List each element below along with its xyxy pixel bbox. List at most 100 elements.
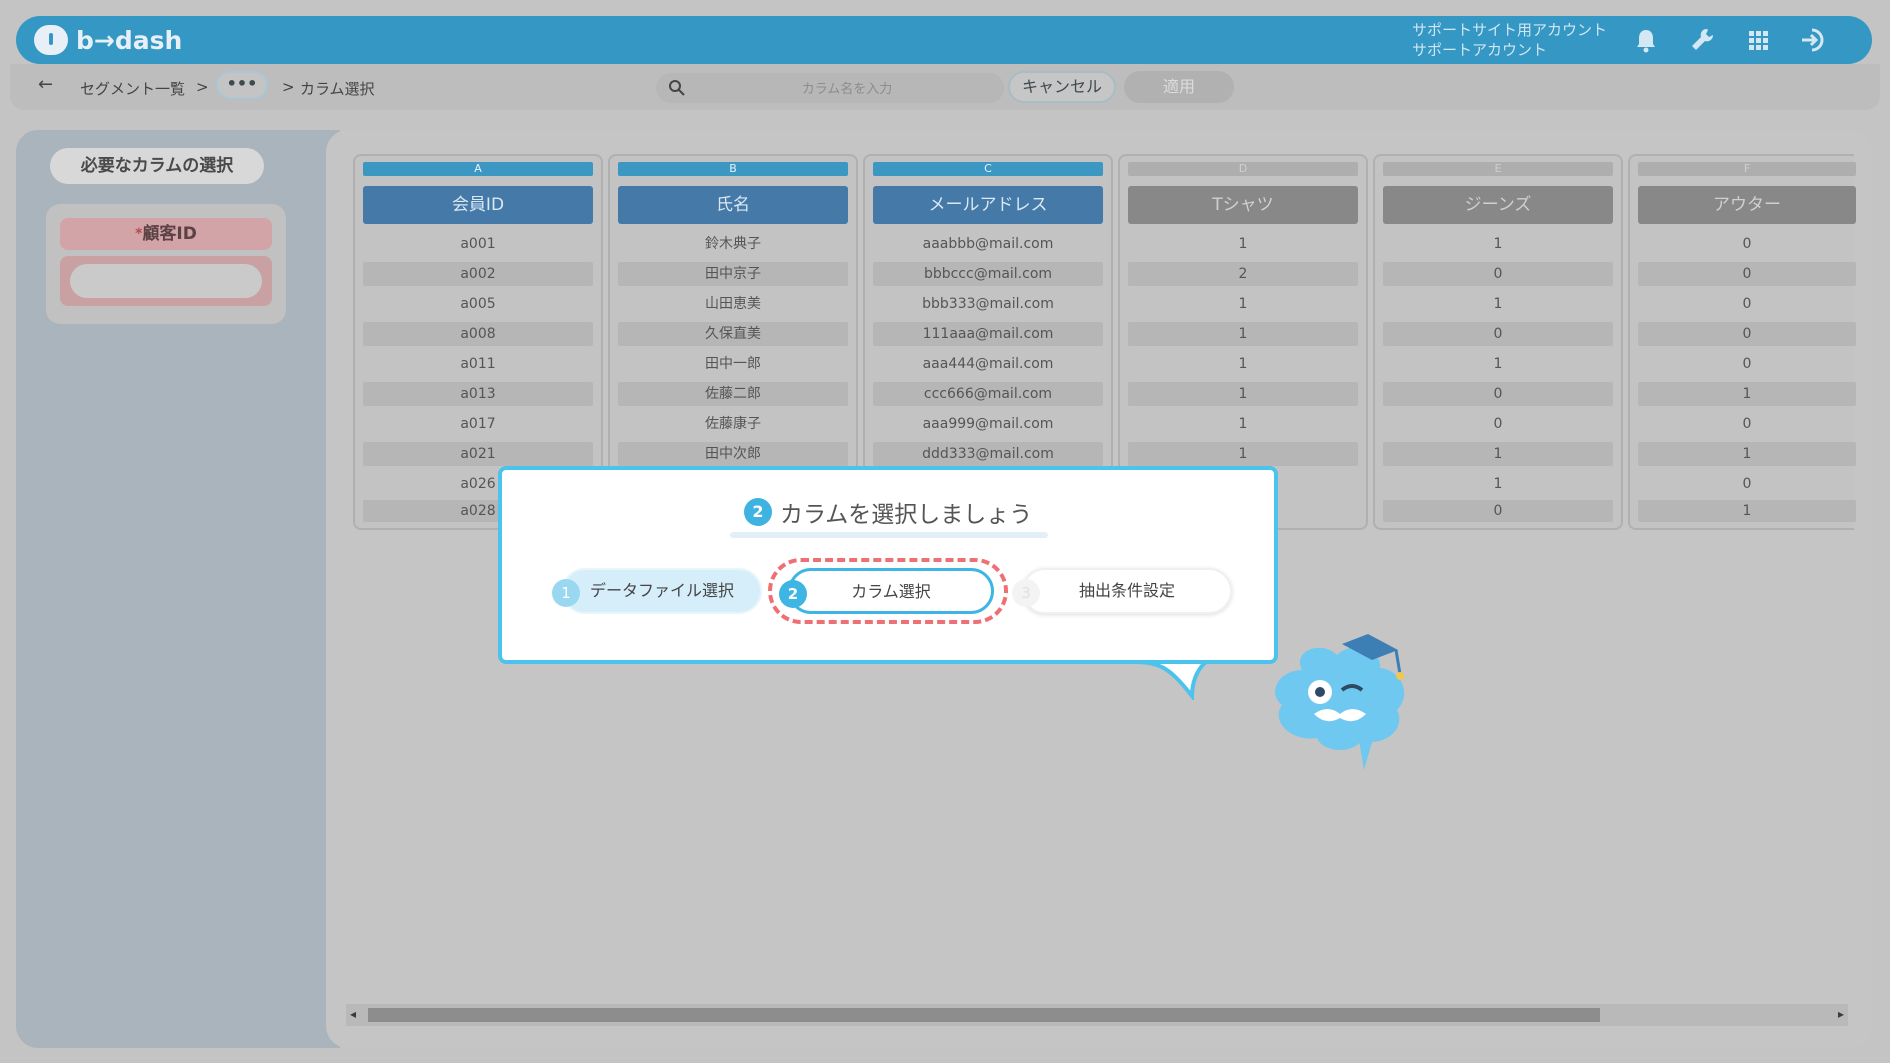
search-icon <box>669 80 685 96</box>
table-cell: 鈴木典子 <box>705 236 761 252</box>
table-cell: 1 <box>1638 442 1856 466</box>
bell-icon[interactable] <box>1630 24 1662 56</box>
step-label: データファイル選択 <box>589 581 734 600</box>
scroll-right-icon[interactable]: ▸ <box>1838 1007 1844 1021</box>
required-column-dropzone[interactable] <box>60 256 272 306</box>
table-cell: a017 <box>460 416 496 432</box>
tutorial-title: 2 カラムを選択しましょう <box>744 496 1032 528</box>
tutorial-step-badge: 2 <box>744 498 772 526</box>
table-cell: a011 <box>460 356 496 372</box>
step-column-select[interactable]: 2 カラム選択 <box>779 568 994 614</box>
table-cell: 1 <box>1493 356 1503 372</box>
step-number: 3 <box>1012 579 1040 607</box>
table-cell: 1 <box>1638 382 1856 406</box>
apps-grid-icon[interactable] <box>1742 24 1774 56</box>
table-cell: 0 <box>1383 262 1613 286</box>
tutorial-popup: 2 カラムを選択しましょう 1 データファイル選択 2 カラム選択 3 抽出条件… <box>498 466 1278 664</box>
table-cell: aaa999@mail.com <box>922 416 1054 432</box>
cancel-button[interactable]: キャンセル <box>1008 71 1116 103</box>
column-card-e[interactable]: E ジーンズ 1 0 1 0 1 0 0 1 1 0 <box>1373 154 1623 530</box>
table-cell: 1 <box>1128 382 1358 406</box>
top-header: b→dash サポートサイト用アカウント サポートアカウント <box>16 16 1872 64</box>
step-label: カラム選択 <box>851 582 931 601</box>
table-cell: 1 <box>1238 296 1248 312</box>
step-data-file[interactable]: 1 データファイル選択 <box>552 568 762 614</box>
table-cell: 田中次郎 <box>618 442 848 466</box>
table-cell: a005 <box>460 296 496 312</box>
table-cell: bbbccc@mail.com <box>873 262 1103 286</box>
table-cell: ddd333@mail.com <box>873 442 1103 466</box>
table-cell: 佐藤康子 <box>705 416 761 432</box>
column-header[interactable]: 会員ID <box>363 186 593 224</box>
scrollbar-thumb[interactable] <box>368 1008 1600 1022</box>
table-cell: 0 <box>1638 262 1856 286</box>
title-underline <box>730 532 1048 538</box>
table-cell: 1 <box>1128 442 1358 466</box>
table-cell: 0 <box>1742 236 1752 252</box>
logo[interactable]: b→dash <box>34 22 182 58</box>
logo-text: b→dash <box>76 25 183 55</box>
table-cell: 0 <box>1383 322 1613 346</box>
table-cell: 田中京子 <box>618 262 848 286</box>
breadcrumb-separator: > <box>282 78 295 96</box>
table-cell: 0 <box>1383 382 1613 406</box>
table-cell: aaabbb@mail.com <box>922 236 1054 252</box>
column-header[interactable]: 氏名 <box>618 186 848 224</box>
wrench-icon[interactable] <box>1686 24 1718 56</box>
column-letter: B <box>618 162 848 176</box>
column-card-f[interactable]: F アウター 0 0 0 0 0 1 0 1 0 1 <box>1628 154 1856 530</box>
breadcrumb-segment-list[interactable]: セグメント一覧 <box>80 78 185 99</box>
app-root: b→dash サポートサイト用アカウント サポートアカウント ← セグメント一覧… <box>0 0 1890 1063</box>
back-arrow-icon[interactable]: ← <box>38 74 53 95</box>
table-cell: 1 <box>1493 236 1503 252</box>
table-cell: bbb333@mail.com <box>922 296 1054 312</box>
tutorial-title-text: カラムを選択しましょう <box>780 502 1033 528</box>
sub-toolbar: ← セグメント一覧 > ••• > カラム選択 キャンセル 適用 <box>10 64 1880 110</box>
column-header[interactable]: メールアドレス <box>873 186 1103 224</box>
table-cell: 2 <box>1128 262 1358 286</box>
popup-tail <box>1130 660 1210 700</box>
required-column-label: *顧客ID <box>60 218 272 250</box>
table-cell: 山田恵美 <box>705 296 761 312</box>
table-cell: 0 <box>1638 322 1856 346</box>
breadcrumb-separator: > <box>196 78 209 96</box>
column-letter: E <box>1383 162 1613 176</box>
left-panel: 必要なカラムの選択 *顧客ID <box>16 130 340 1048</box>
column-header[interactable]: Tシャツ <box>1128 186 1358 224</box>
column-search <box>656 73 1004 103</box>
table-cell: a001 <box>460 236 496 252</box>
table-cell: 佐藤二郎 <box>618 382 848 406</box>
table-cell: 1 <box>1493 476 1503 492</box>
table-cell: 田中一郎 <box>705 356 761 372</box>
account-info[interactable]: サポートサイト用アカウント サポートアカウント <box>1412 20 1607 60</box>
table-cell: 0 <box>1742 356 1752 372</box>
table-cell: 0 <box>1493 416 1503 432</box>
table-cell: 111aaa@mail.com <box>873 322 1103 346</box>
column-letter: C <box>873 162 1103 176</box>
table-cell: 久保直美 <box>618 322 848 346</box>
table-cell: 0 <box>1742 416 1752 432</box>
account-name: サポートアカウント <box>1412 41 1548 59</box>
logout-icon[interactable] <box>1798 24 1830 56</box>
table-cell: 1 <box>1383 442 1613 466</box>
column-letter: F <box>1638 162 1856 176</box>
step-label: 抽出条件設定 <box>1078 581 1175 600</box>
apply-button[interactable]: 適用 <box>1124 71 1234 103</box>
horizontal-scrollbar[interactable]: ◂ ▸ <box>346 1004 1848 1026</box>
breadcrumb-more-button[interactable]: ••• <box>216 71 268 99</box>
scroll-left-icon[interactable]: ◂ <box>350 1007 356 1021</box>
table-cell: aaa444@mail.com <box>922 356 1054 372</box>
column-header[interactable]: アウター <box>1638 186 1856 224</box>
table-cell: 1 <box>1238 416 1248 432</box>
table-cell: ccc666@mail.com <box>873 382 1103 406</box>
step-filter-conditions[interactable]: 3 抽出条件設定 <box>1012 568 1232 614</box>
table-cell: 1 <box>1238 236 1248 252</box>
required-column-name: 顧客ID <box>142 224 197 244</box>
required-columns-tab[interactable]: 必要なカラムの選択 <box>50 148 264 184</box>
column-search-input[interactable] <box>700 77 994 101</box>
column-header[interactable]: ジーンズ <box>1383 186 1613 224</box>
required-column-slot[interactable] <box>70 264 262 298</box>
account-site: サポートサイト用アカウント <box>1412 21 1608 39</box>
table-cell: 0 <box>1742 296 1752 312</box>
table-cell: a013 <box>363 382 593 406</box>
